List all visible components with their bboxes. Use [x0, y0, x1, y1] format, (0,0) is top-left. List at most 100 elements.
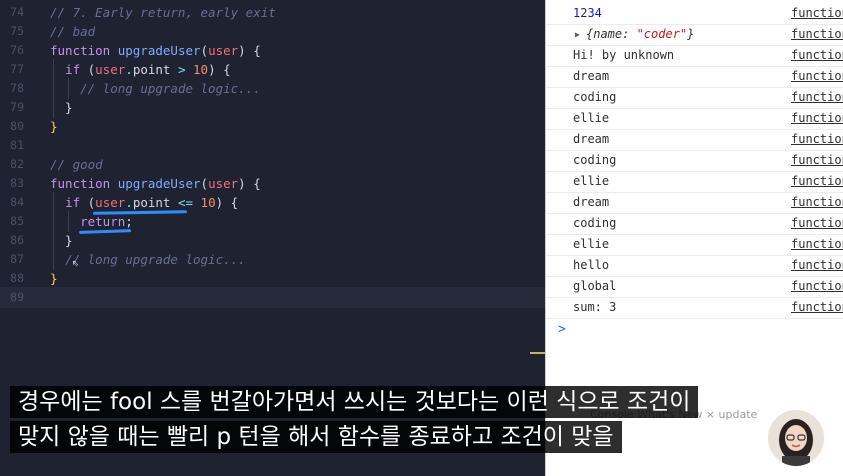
code-line[interactable]: 83 function upgradeUser(user) {: [0, 173, 545, 194]
code-line[interactable]: 80}: [0, 116, 545, 137]
presenter-avatar: [768, 410, 824, 466]
console-source-link[interactable]: function: [791, 3, 843, 24]
code-token: function: [50, 43, 118, 58]
code-token: user: [95, 62, 126, 77]
code-line[interactable]: 87 // long upgrade logic...: [0, 249, 545, 270]
code-token: // good: [50, 157, 103, 172]
console-message: coding function: [546, 150, 843, 172]
code-token: (: [200, 176, 209, 191]
indent-guide: [53, 192, 54, 213]
code-line[interactable]: 84 if (user.point <= 10) {: [0, 192, 545, 213]
code-text: }: [50, 116, 58, 137]
indent-guide: [53, 97, 54, 118]
console-message: Hi! by unknown function: [546, 45, 843, 67]
code-text: // bad: [50, 21, 95, 42]
code-token: // 7. Early return, early exit: [50, 5, 276, 20]
console-value: ellie: [573, 111, 610, 125]
code-line[interactable]: 77 if (user.point > 10) {: [0, 59, 545, 80]
console-value: dream: [573, 195, 610, 209]
console-source-link[interactable]: function: [791, 87, 843, 108]
code-line[interactable]: 74 // 7. Early return, early exit: [0, 2, 545, 23]
code-line[interactable]: 78 // long upgrade logic...: [0, 78, 545, 99]
line-number: 82: [10, 157, 24, 171]
console-source-link[interactable]: function: [791, 24, 843, 45]
code-line[interactable]: 82 // good: [0, 154, 545, 175]
line-number: 81: [10, 138, 24, 152]
code-token: user: [208, 176, 239, 191]
console-source-link[interactable]: function: [791, 108, 843, 129]
console-message: ellie function: [546, 171, 843, 193]
code-line[interactable]: 76 function upgradeUser(user) {: [0, 40, 545, 61]
line-number: 75: [10, 24, 24, 38]
code-token: .: [125, 62, 133, 77]
expand-triangle-icon[interactable]: ▶: [575, 24, 580, 45]
indent-guide: [53, 230, 54, 251]
console-value: coding: [573, 153, 617, 167]
console-prompt[interactable]: >: [558, 322, 566, 337]
line-number: 86: [10, 233, 24, 247]
console-value: coding: [573, 216, 617, 230]
indent-guide: [68, 211, 69, 232]
code-token: user: [95, 195, 126, 210]
console-message: ellie function: [546, 234, 843, 256]
code-text: if (user.point <= 10) {: [50, 192, 238, 213]
console-source-link[interactable]: function: [791, 45, 843, 66]
indent-guide: [53, 249, 54, 270]
code-token: upgradeUser: [117, 43, 201, 58]
console-source-link[interactable]: function: [791, 192, 843, 213]
line-number: 87: [10, 252, 24, 266]
code-line[interactable]: 89: [0, 287, 545, 308]
subtitle-line-2: 맞지 않을 때는 빨리 p 턴을 해서 함수를 종료하고 조건이 맞을: [10, 421, 622, 453]
code-token: if: [65, 62, 88, 77]
console-source-link[interactable]: function: [791, 150, 843, 171]
console-value: global: [573, 279, 617, 293]
subtitle-line-1: 경우에는 fool 스를 번갈아가면서 쓰시는 것보다는 이런 식으로 조건이: [10, 386, 699, 418]
code-text: // 7. Early return, early exit: [50, 2, 276, 23]
console-source-link[interactable]: function: [791, 297, 843, 318]
code-token: }: [50, 271, 58, 286]
console-source-link[interactable]: function: [791, 213, 843, 234]
console-source-link[interactable]: function: [791, 276, 843, 297]
console-source-link[interactable]: function: [791, 171, 843, 192]
code-line[interactable]: 88}: [0, 268, 545, 289]
console-source-link[interactable]: function: [791, 234, 843, 255]
console-value: coding: [573, 90, 617, 104]
line-number: 84: [10, 195, 24, 209]
code-token: 10: [193, 62, 209, 77]
code-token: upgradeUser: [117, 176, 201, 191]
code-token: ) {: [208, 62, 231, 77]
line-number: 80: [10, 119, 24, 133]
code-text: function upgradeUser(user) {: [50, 40, 261, 61]
code-token: // long upgrade logic...: [80, 81, 261, 96]
console-message: sum: 3 function: [546, 297, 843, 319]
code-token: ) {: [238, 43, 261, 58]
code-line[interactable]: 79 }: [0, 97, 545, 118]
line-number: 89: [10, 290, 24, 304]
code-token: return: [80, 214, 126, 229]
line-number: 88: [10, 271, 24, 285]
console-source-link[interactable]: function: [791, 129, 843, 150]
indent-guide: [68, 78, 69, 99]
code-line[interactable]: 81: [0, 135, 545, 156]
console-source-link[interactable]: function: [791, 255, 843, 276]
code-line[interactable]: 85 return;: [0, 211, 545, 232]
code-text: // long upgrade logic...: [50, 78, 261, 99]
console-object[interactable]: {name: "coder"}: [586, 24, 694, 45]
indent-guide: [53, 211, 54, 232]
console-message: dream function: [546, 129, 843, 151]
line-number: 76: [10, 43, 24, 57]
line-number: 85: [10, 214, 24, 228]
console-message: ellie function: [546, 108, 843, 130]
console-value: dream: [573, 69, 610, 83]
line-number: 79: [10, 100, 24, 114]
console-source-link[interactable]: function: [791, 66, 843, 87]
code-token: <=: [177, 195, 201, 210]
code-text: if (user.point > 10) {: [50, 59, 231, 80]
code-line[interactable]: 75 // bad: [0, 21, 545, 42]
code-token: // long upgrade logic...: [65, 252, 246, 267]
code-text: // good: [50, 154, 103, 175]
mouse-cursor-icon: ⇖: [72, 255, 80, 269]
console-message: dream function: [546, 66, 843, 88]
